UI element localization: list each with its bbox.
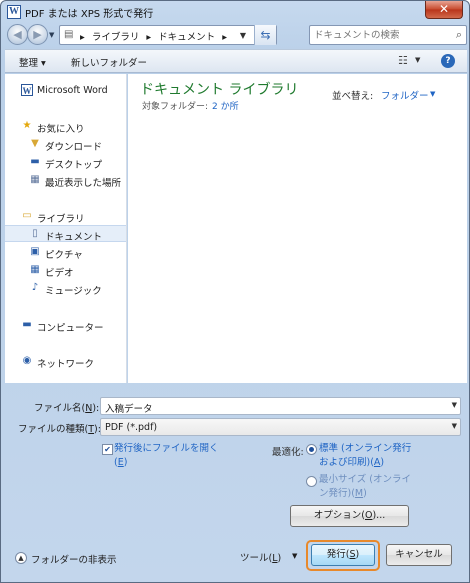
refresh-icon[interactable]: ⇆ <box>254 25 276 45</box>
sort-dropdown[interactable]: フォルダー <box>381 88 429 102</box>
sidebar-item-documents[interactable]: ▯ ドキュメント <box>5 225 126 243</box>
cancel-button[interactable]: キャンセル <box>386 544 452 566</box>
search-box[interactable]: ⌕ <box>309 25 467 45</box>
help-icon[interactable]: ? <box>441 54 455 68</box>
download-folder-icon: ▼ <box>31 138 39 149</box>
tools-menu[interactable]: ツール(L) <box>240 550 281 564</box>
recent-pages-dropdown-icon[interactable]: ▼ <box>49 31 56 39</box>
address-dropdown-icon[interactable]: ▼ <box>236 27 250 44</box>
sidebar-item-videos[interactable]: ▦ ビデオ <box>5 262 126 279</box>
forward-arrow-icon: ▶ <box>33 28 42 41</box>
window-title: PDF または XPS 形式で発行 <box>25 9 154 20</box>
filename-value[interactable]: 入稿データ <box>105 401 153 415</box>
sidebar-item-label: デスクトップ <box>45 160 103 171</box>
sidebar-item-libraries[interactable]: ▭ ライブラリ <box>5 208 126 225</box>
documents-icon: ▯ <box>32 228 38 239</box>
breadcrumb-separator-icon[interactable]: ▸ <box>80 32 85 43</box>
sidebar-item-music[interactable]: ♪ ミュージック <box>5 280 126 297</box>
sidebar-item-downloads[interactable]: ▼ ダウンロード <box>5 136 126 153</box>
breadcrumb: ▸ ライブラリ ▸ ドキュメント ▸ <box>80 29 231 43</box>
back-arrow-icon: ◀ <box>13 28 22 41</box>
publish-button[interactable]: 発行(S) <box>311 544 375 566</box>
sidebar-item-favorites[interactable]: ★ お気に入り <box>5 118 126 135</box>
new-folder-button[interactable]: 新しいフォルダー <box>71 55 147 69</box>
breadcrumb-documents[interactable]: ドキュメント <box>158 32 215 43</box>
chevron-up-icon: ▲ <box>15 552 27 564</box>
sidebar-item-label: ドキュメント <box>45 232 103 243</box>
sidebar-item-pictures[interactable]: ▣ ピクチャ <box>5 244 126 261</box>
computer-icon: ▬ <box>22 319 32 330</box>
pictures-icon: ▣ <box>30 246 40 257</box>
address-bar[interactable]: ▤ ▸ ライブラリ ▸ ドキュメント ▸ ▼ ⇆ <box>59 25 277 45</box>
address-row: ◀ ▶ ▼ ▤ ▸ ライブラリ ▸ ドキュメント ▸ ▼ ⇆ ⌕ <box>5 24 467 46</box>
word-icon: W <box>21 84 33 96</box>
target-folder-link[interactable]: 2 か所 <box>212 102 239 112</box>
forward-button[interactable]: ▶ <box>27 24 48 45</box>
word-app-icon: W <box>7 5 21 19</box>
chevron-down-icon[interactable]: ▼ <box>292 552 297 560</box>
sidebar-item-label: ダウンロード <box>45 142 103 153</box>
recent-places-icon: ▦ <box>30 174 40 185</box>
filename-label: ファイル名(N): <box>34 403 100 414</box>
music-icon: ♪ <box>31 282 39 293</box>
chevron-down-icon[interactable]: ▼ <box>452 401 457 409</box>
sidebar-item-microsoft-word[interactable]: W Microsoft Word <box>5 82 126 99</box>
view-dropdown-icon[interactable]: ▼ <box>415 56 420 64</box>
title-bar: W PDF または XPS 形式で発行 ✕ <box>1 1 469 23</box>
sort-label: 並べ替え: <box>332 91 374 102</box>
target-folder-label: 対象フォルダー: <box>142 102 209 112</box>
chevron-down-icon[interactable]: ▼ <box>452 422 457 430</box>
star-icon: ★ <box>22 120 32 131</box>
sidebar-item-label: ライブラリ <box>37 214 85 225</box>
options-button[interactable]: オプション(O)... <box>290 505 409 527</box>
close-button[interactable]: ✕ <box>425 1 463 19</box>
hide-folders-label: フォルダーの非表示 <box>31 555 117 566</box>
command-toolbar: 整理 ▾ 新しいフォルダー ☷ ▼ ? <box>5 49 467 73</box>
sidebar-item-label: ミュージック <box>45 286 102 297</box>
sidebar-item-label: ピクチャ <box>45 250 83 261</box>
sidebar-item-label: 最近表示した場所 <box>45 178 122 189</box>
sidebar-item-label: ビデオ <box>45 268 74 279</box>
chevron-down-icon[interactable]: ▼ <box>430 90 435 98</box>
search-icon[interactable]: ⌕ <box>456 28 462 42</box>
organize-button[interactable]: 整理 ▾ <box>19 55 46 69</box>
filetype-label: ファイルの種類(T): <box>18 424 101 435</box>
sidebar-item-desktop[interactable]: ▬ デスクトップ <box>5 154 126 171</box>
breadcrumb-separator-icon[interactable]: ▸ <box>222 32 227 43</box>
sidebar-item-label: お気に入り <box>37 124 85 135</box>
optimize-minimum-label[interactable]: 最小サイズ (オンライ ン発行)(M) <box>319 473 411 501</box>
sidebar-item-network[interactable]: ◉ ネットワーク <box>5 353 126 370</box>
open-after-publish-checkbox[interactable]: ✔ <box>102 444 113 455</box>
open-after-publish-label[interactable]: 発行後にファイルを開く (E) <box>114 442 219 470</box>
sidebar-item-computer[interactable]: ▬ コンピューター <box>5 317 126 334</box>
search-input[interactable] <box>314 28 444 42</box>
filename-field[interactable]: 入稿データ ▼ <box>100 397 461 415</box>
sidebar-item-recent[interactable]: ▦ 最近表示した場所 <box>5 172 126 189</box>
library-subtitle: 対象フォルダー: 2 か所 <box>142 99 239 112</box>
sidebar-item-label: コンピューター <box>37 323 104 334</box>
filetype-select[interactable]: PDF (*.pdf) ▼ <box>100 418 461 436</box>
optimize-label: 最適化: <box>272 447 304 458</box>
sidebar-item-label: ネットワーク <box>37 359 95 370</box>
desktop-icon: ▬ <box>30 156 40 167</box>
library-title: ドキュメント ライブラリ <box>140 82 299 98</box>
navigation-pane: W Microsoft Word ★ お気に入り ▼ ダウンロード ▬ デスクト… <box>5 74 127 383</box>
sidebar-item-label: Microsoft Word <box>37 85 108 96</box>
filetype-value: PDF (*.pdf) <box>105 422 158 433</box>
back-button[interactable]: ◀ <box>7 24 28 45</box>
network-icon: ◉ <box>22 355 32 366</box>
file-list-pane[interactable]: ドキュメント ライブラリ 対象フォルダー: 2 か所 並べ替え: フォルダー ▼ <box>128 74 467 383</box>
view-options-icon[interactable]: ☷ <box>398 54 408 67</box>
publish-dialog: W PDF または XPS 形式で発行 ✕ ◀ ▶ ▼ ▤ ▸ ライブラリ ▸ … <box>0 0 470 583</box>
library-icon: ▭ <box>22 210 32 221</box>
folder-icon: ▤ <box>64 29 74 40</box>
optimize-minimum-radio[interactable] <box>306 476 317 487</box>
videos-icon: ▦ <box>30 264 40 275</box>
breadcrumb-libraries[interactable]: ライブラリ <box>92 32 140 43</box>
breadcrumb-separator-icon[interactable]: ▸ <box>146 32 151 43</box>
optimize-standard-label[interactable]: 標準 (オンライン発行 および印刷)(A) <box>319 442 411 470</box>
optimize-standard-radio[interactable] <box>306 444 317 455</box>
